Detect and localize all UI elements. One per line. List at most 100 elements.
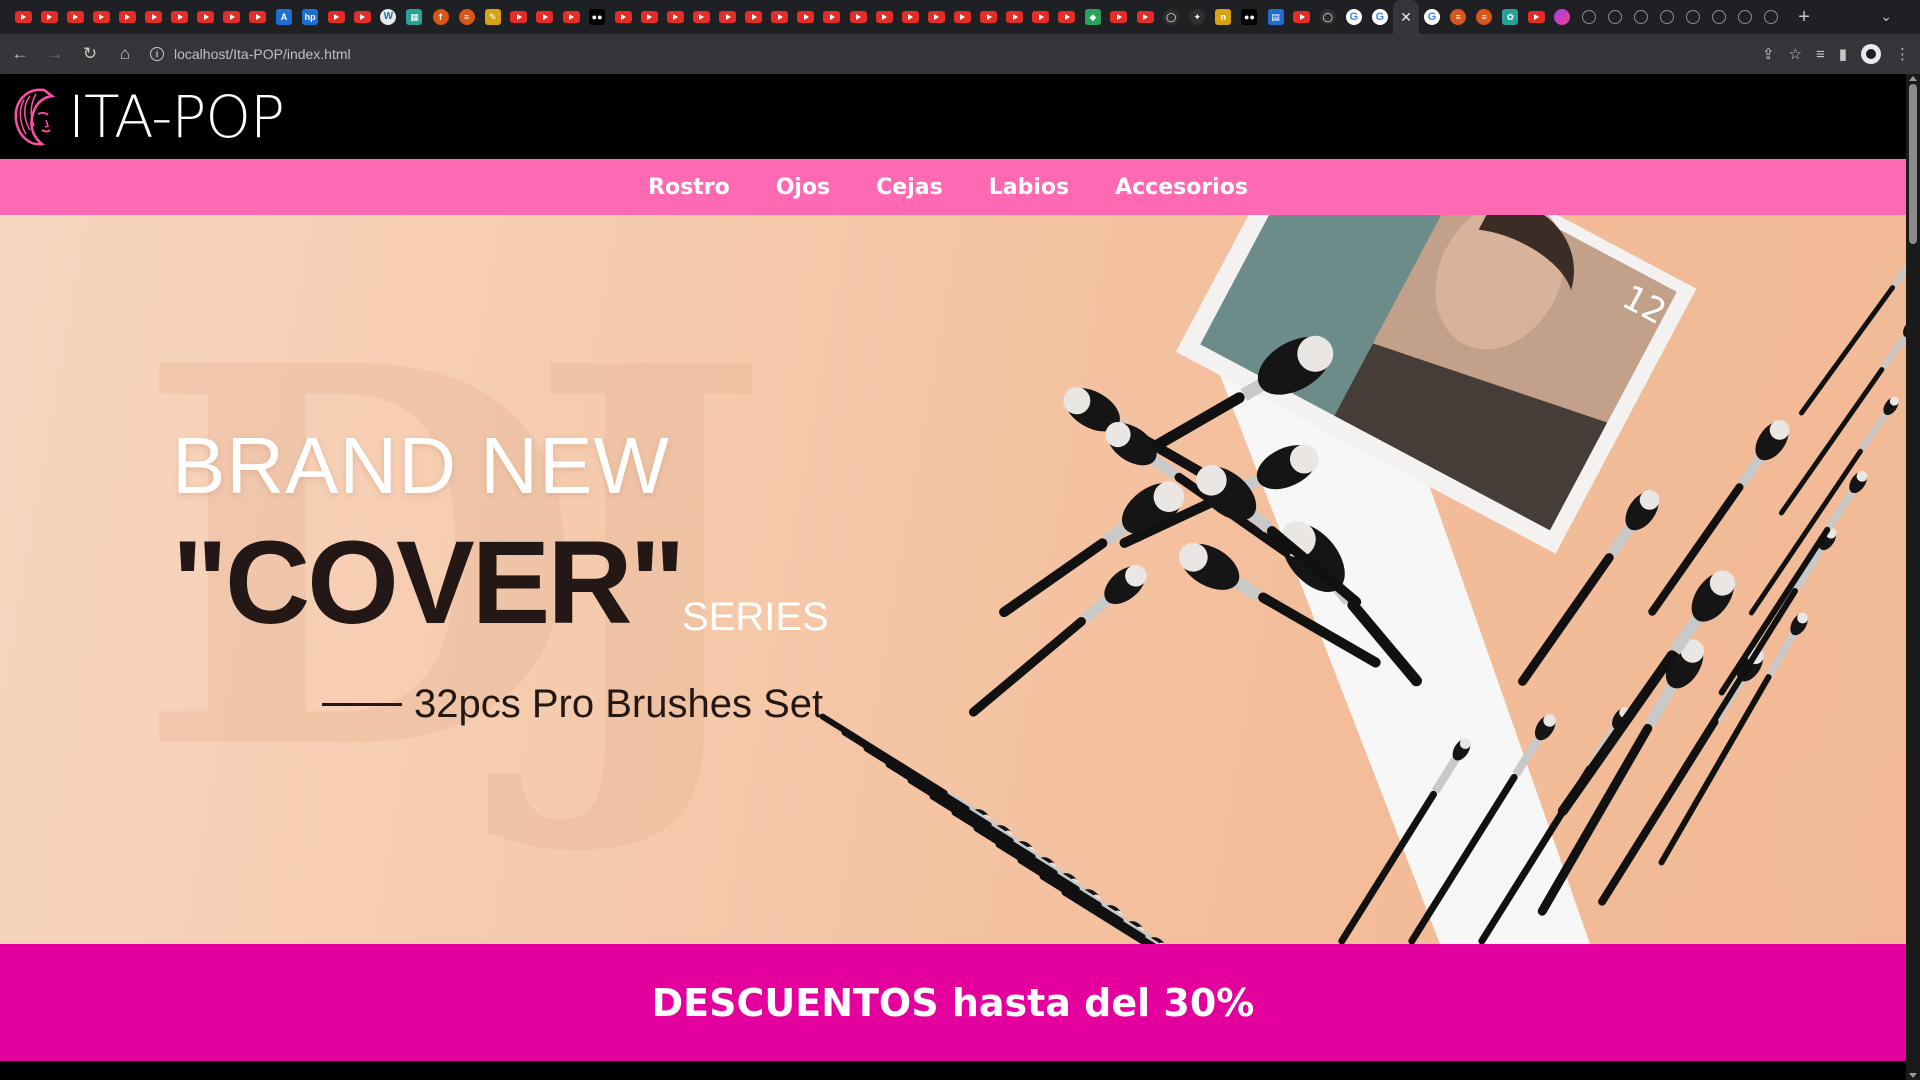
nav-link-cejas[interactable]: Cejas xyxy=(876,175,943,200)
browser-tab[interactable] xyxy=(793,0,819,34)
browser-tab[interactable] xyxy=(1132,0,1158,34)
share-icon[interactable]: ⇪ xyxy=(1762,45,1775,63)
browser-tab[interactable]: ✿ xyxy=(1497,0,1523,34)
nav-link-rostro[interactable]: Rostro xyxy=(648,175,730,200)
browser-tab[interactable] xyxy=(1289,0,1315,34)
page-scrollbar[interactable] xyxy=(1906,74,1920,1080)
browser-tab[interactable]: G xyxy=(1419,0,1445,34)
browser-tab[interactable] xyxy=(1732,0,1758,34)
browser-tab[interactable] xyxy=(949,0,975,34)
browser-tab[interactable] xyxy=(245,0,271,34)
browser-tab[interactable] xyxy=(897,0,923,34)
scroll-down-icon[interactable] xyxy=(1909,1073,1917,1078)
nav-link-labios[interactable]: Labios xyxy=(989,175,1069,200)
profile-avatar-icon[interactable] xyxy=(1861,44,1881,64)
youtube-favicon-icon xyxy=(719,11,737,23)
browser-tab[interactable] xyxy=(323,0,349,34)
browser-tab[interactable]: A xyxy=(271,0,297,34)
browser-tab[interactable] xyxy=(845,0,871,34)
browser-tab[interactable] xyxy=(36,0,62,34)
browser-tab[interactable] xyxy=(923,0,949,34)
browser-tab[interactable] xyxy=(114,0,140,34)
browser-tab[interactable] xyxy=(1628,0,1654,34)
menu-kebab-icon[interactable]: ⋮ xyxy=(1895,45,1910,63)
browser-tab[interactable]: ≡ xyxy=(1471,0,1497,34)
reading-list-icon[interactable]: ≡ xyxy=(1816,46,1825,63)
youtube-favicon-icon xyxy=(1058,11,1076,23)
browser-tab[interactable]: ▦ xyxy=(401,0,427,34)
browser-tab[interactable] xyxy=(1706,0,1732,34)
browser-tab[interactable] xyxy=(532,0,558,34)
browser-tab[interactable]: ≡ xyxy=(454,0,480,34)
browser-tab[interactable] xyxy=(871,0,897,34)
browser-tab[interactable] xyxy=(819,0,845,34)
browser-tab[interactable]: ●● xyxy=(1236,0,1262,34)
browser-tab[interactable] xyxy=(62,0,88,34)
browser-tab[interactable]: n xyxy=(1210,0,1236,34)
nav-link-ojos[interactable]: Ojos xyxy=(776,175,830,200)
browser-tab[interactable] xyxy=(975,0,1001,34)
browser-tab[interactable]: ✎ xyxy=(480,0,506,34)
browser-tab[interactable]: G xyxy=(1341,0,1367,34)
browser-tab[interactable]: ▤ xyxy=(1263,0,1289,34)
tab-search-chevron-icon[interactable]: ⌄ xyxy=(1880,8,1892,25)
browser-tab[interactable] xyxy=(167,0,193,34)
toolbar-actions: ⇪ ☆ ≡ ▮ ⋮ xyxy=(1762,39,1910,69)
browser-tab[interactable] xyxy=(1028,0,1054,34)
scroll-thumb[interactable] xyxy=(1909,84,1917,244)
browser-tab[interactable] xyxy=(140,0,166,34)
browser-tab[interactable] xyxy=(1602,0,1628,34)
logo-face-icon[interactable] xyxy=(8,84,60,150)
browser-tab[interactable] xyxy=(506,0,532,34)
browser-tab[interactable]: ≡ xyxy=(1445,0,1471,34)
browser-tab[interactable] xyxy=(1523,0,1549,34)
browser-tab[interactable] xyxy=(662,0,688,34)
browser-tab[interactable]: ◆ xyxy=(1080,0,1106,34)
browser-tab[interactable] xyxy=(610,0,636,34)
browser-tab[interactable] xyxy=(767,0,793,34)
forward-icon[interactable]: → xyxy=(40,39,70,69)
browser-tab[interactable]: ◯ xyxy=(1315,0,1341,34)
promo-text: DESCUENTOS hasta del 30% xyxy=(651,980,1255,1025)
nav-link-accesorios[interactable]: Accesorios xyxy=(1115,175,1248,200)
site-info-icon[interactable]: i xyxy=(150,47,164,61)
browser-tab[interactable]: G xyxy=(1367,0,1393,34)
reload-icon[interactable]: ↻ xyxy=(75,39,105,69)
browser-tab[interactable]: ◯ xyxy=(1158,0,1184,34)
bookmark-star-icon[interactable]: ☆ xyxy=(1789,45,1802,63)
browser-tab[interactable] xyxy=(688,0,714,34)
browser-tab[interactable] xyxy=(193,0,219,34)
browser-tab[interactable] xyxy=(1758,0,1784,34)
logo-text[interactable]: ITA-POP xyxy=(68,88,285,146)
browser-tab[interactable] xyxy=(741,0,767,34)
browser-tab[interactable] xyxy=(1106,0,1132,34)
home-icon[interactable]: ⌂ xyxy=(110,39,140,69)
browser-tab[interactable]: ✦ xyxy=(1184,0,1210,34)
browser-tab[interactable] xyxy=(1654,0,1680,34)
browser-tab[interactable]: hp xyxy=(297,0,323,34)
brush-set-image: 12 xyxy=(820,215,1906,944)
browser-tab[interactable] xyxy=(1680,0,1706,34)
browser-tab[interactable] xyxy=(219,0,245,34)
browser-tab[interactable] xyxy=(1054,0,1080,34)
browser-tab[interactable] xyxy=(1002,0,1028,34)
scroll-up-icon[interactable] xyxy=(1909,76,1917,81)
browser-tab[interactable] xyxy=(715,0,741,34)
browser-tab[interactable]: ●● xyxy=(584,0,610,34)
browser-tab[interactable] xyxy=(10,0,36,34)
browser-tab[interactable] xyxy=(1576,0,1602,34)
browser-tab[interactable]: f xyxy=(428,0,454,34)
browser-tab[interactable]: W xyxy=(375,0,401,34)
side-panel-icon[interactable]: ▮ xyxy=(1839,45,1847,63)
new-tab-icon[interactable]: + xyxy=(1798,6,1810,29)
active-tab[interactable]: ✕ xyxy=(1392,0,1419,34)
browser-tab[interactable] xyxy=(636,0,662,34)
url-text[interactable]: localhost/Ita-POP/index.html xyxy=(174,46,351,62)
browser-tab[interactable] xyxy=(1549,0,1575,34)
address-bar[interactable]: i localhost/Ita-POP/index.html xyxy=(144,39,1734,69)
close-tab-icon[interactable]: ✕ xyxy=(1400,9,1412,26)
browser-tab[interactable] xyxy=(558,0,584,34)
back-icon[interactable]: ← xyxy=(5,39,35,69)
browser-tab[interactable] xyxy=(88,0,114,34)
browser-tab[interactable] xyxy=(349,0,375,34)
